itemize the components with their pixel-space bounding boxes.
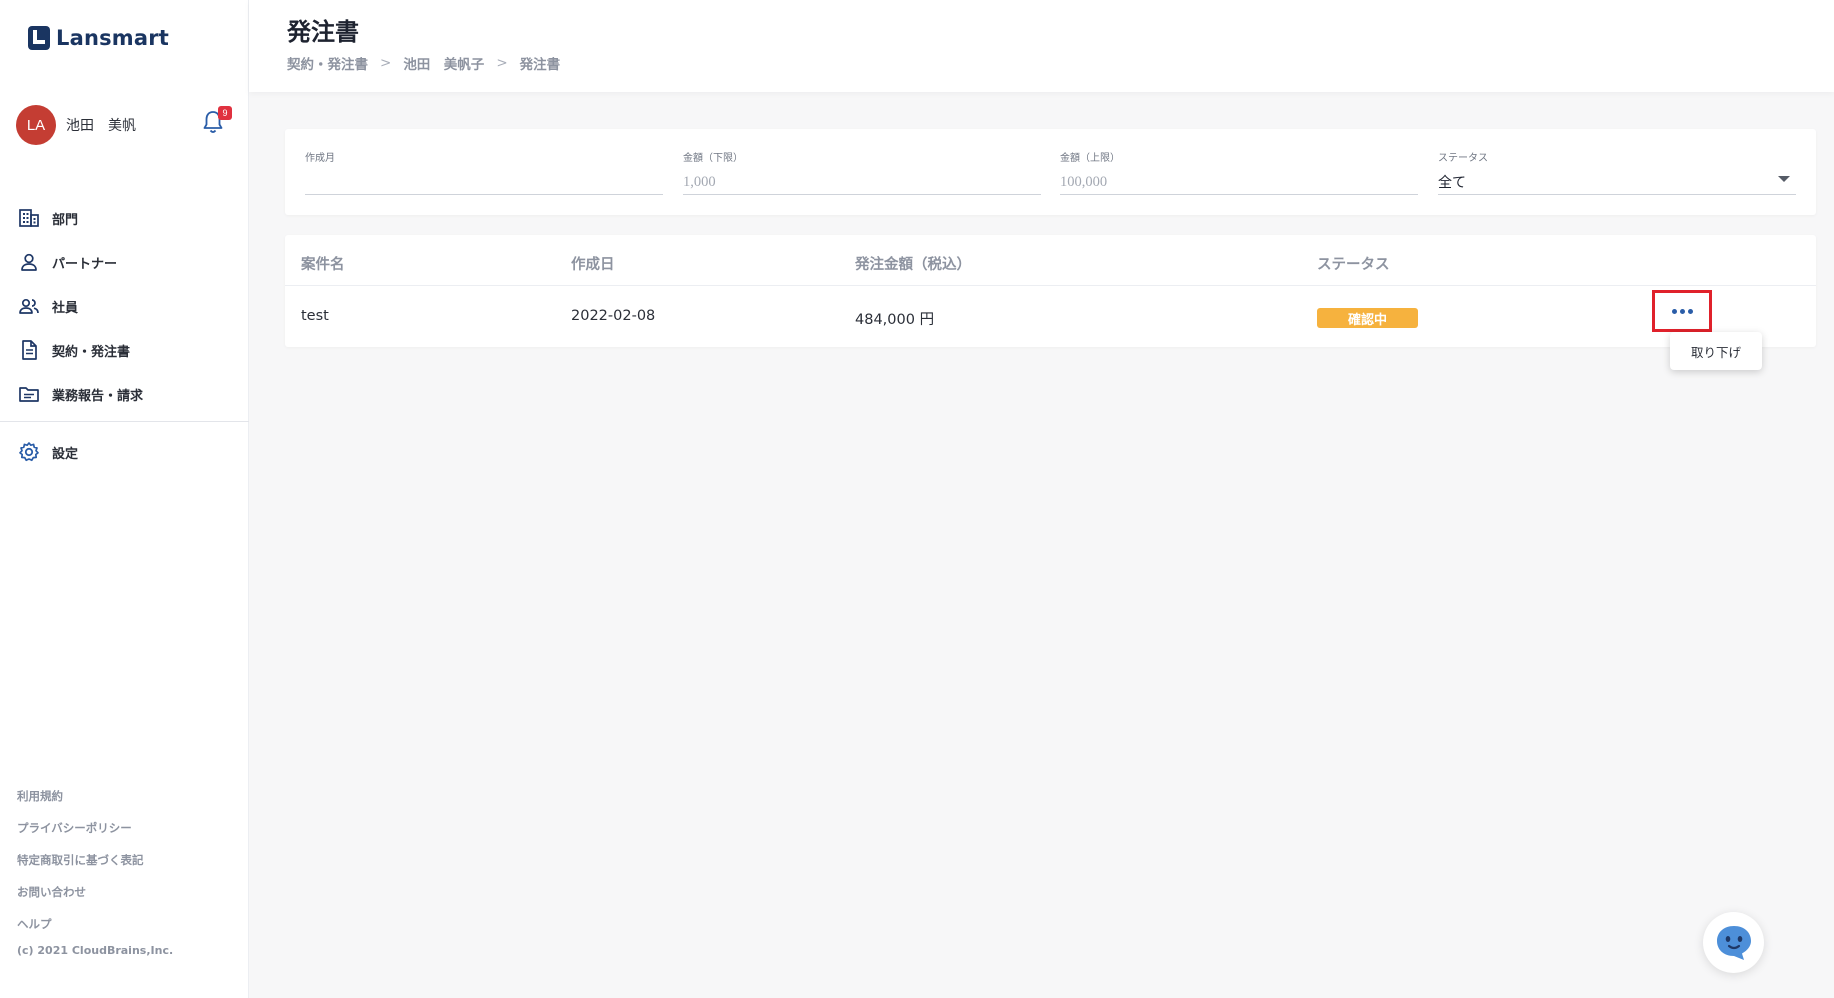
header-divider	[285, 285, 1816, 286]
breadcrumb: 契約・発注書 > 池田 美帆子 > 発注書	[287, 53, 560, 73]
amount-min-input[interactable]	[683, 172, 1041, 192]
filter-panel: 作成月 金額（下限） 金額（上限） ステータス 全て	[285, 129, 1816, 215]
field-label: 金額（下限）	[683, 153, 743, 164]
user-profile: LA 池田 美帆 9	[16, 105, 234, 145]
folder-icon	[19, 387, 39, 402]
created-month-field[interactable]: 作成月	[305, 149, 663, 195]
sidebar-item-label: 設定	[52, 446, 79, 462]
footer-link-help[interactable]: ヘルプ	[17, 908, 144, 940]
sidebar-item-label: パートナー	[52, 256, 118, 272]
logo-mark-icon	[28, 26, 50, 50]
sidebar: Lansmart LA 池田 美帆 9 部門 パートナー 社員 契約・発注書 業…	[0, 0, 249, 998]
notification-badge: 9	[218, 106, 232, 120]
more-actions-button[interactable]	[1652, 290, 1712, 332]
avatar[interactable]: LA	[16, 105, 56, 145]
chat-support-button[interactable]	[1703, 912, 1764, 973]
menu-item-withdraw[interactable]: 取り下げ	[1670, 332, 1762, 370]
purchase-order-table: 案件名 作成日 発注金額（税込） ステータス test 2022-02-08 4…	[285, 235, 1816, 347]
sidebar-item-reports-billing[interactable]: 業務報告・請求	[0, 372, 249, 416]
page-title: 発注書	[287, 18, 359, 46]
notification-bell[interactable]: 9	[202, 106, 232, 137]
sidebar-item-contracts[interactable]: 契約・発注書	[0, 328, 249, 372]
footer-link-commerce[interactable]: 特定商取引に基づく表記	[17, 844, 144, 876]
chevron-right-icon: >	[380, 55, 392, 71]
column-header-date: 作成日	[571, 257, 615, 273]
field-label: 金額（上限）	[1060, 153, 1120, 164]
more-dots-icon	[1671, 308, 1677, 314]
sidebar-item-label: 社員	[52, 300, 79, 316]
breadcrumb-item-contracts[interactable]: 契約・発注書	[287, 53, 368, 73]
breadcrumb-item-person[interactable]: 池田 美帆子	[403, 53, 484, 73]
amount-min-field[interactable]: 金額（下限）	[683, 149, 1041, 195]
chevron-right-icon: >	[496, 55, 508, 71]
amount-max-input[interactable]	[1060, 172, 1418, 192]
people-icon	[19, 298, 39, 314]
building-icon	[19, 209, 39, 227]
sidebar-item-label: 部門	[52, 212, 79, 228]
field-label: 作成月	[305, 153, 335, 164]
status-select[interactable]: ステータス 全て	[1438, 149, 1796, 195]
sidebar-item-label: 業務報告・請求	[52, 388, 144, 404]
footer-link-terms[interactable]: 利用規約	[17, 780, 144, 812]
more-dots-icon	[1687, 308, 1693, 314]
caret-down-icon	[1778, 176, 1790, 182]
cell-date: 2022-02-08	[571, 308, 656, 324]
copyright: (c) 2021 CloudBrains,Inc.	[17, 944, 174, 957]
amount-max-field[interactable]: 金額（上限）	[1060, 149, 1418, 195]
logo-text: Lansmart	[56, 26, 170, 50]
status-select-value: 全て	[1438, 175, 1466, 191]
chat-bot-icon	[1716, 925, 1751, 960]
lansmart-logo[interactable]: Lansmart	[28, 26, 169, 50]
page-header: 発注書 契約・発注書 > 池田 美帆子 > 発注書	[249, 0, 1834, 92]
breadcrumb-item-current: 発注書	[519, 57, 561, 73]
cell-name[interactable]: test	[301, 308, 329, 324]
sidebar-item-partners[interactable]: パートナー	[0, 240, 249, 284]
footer-link-privacy[interactable]: プライバシーポリシー	[17, 812, 144, 844]
created-month-input[interactable]	[305, 172, 663, 192]
sidebar-item-settings[interactable]: 設定	[0, 430, 249, 474]
cell-amount: 484,000 円	[855, 312, 935, 328]
main-nav: 部門 パートナー 社員 契約・発注書 業務報告・請求	[0, 196, 249, 416]
footer-link-contact[interactable]: お問い合わせ	[17, 876, 144, 908]
document-icon	[22, 340, 37, 360]
settings-section: 設定	[0, 430, 249, 474]
column-header-amount: 発注金額（税込）	[855, 257, 971, 273]
sidebar-item-label: 契約・発注書	[52, 344, 131, 360]
field-label: ステータス	[1438, 153, 1488, 164]
nav-divider	[0, 421, 249, 422]
column-header-name: 案件名	[301, 257, 345, 273]
footer-links: 利用規約 プライバシーポリシー 特定商取引に基づく表記 お問い合わせ ヘルプ	[17, 780, 144, 940]
more-dots-icon	[1679, 308, 1685, 314]
status-badge: 確認中	[1317, 308, 1418, 328]
sidebar-item-employees[interactable]: 社員	[0, 284, 249, 328]
user-name: 池田 美帆	[66, 118, 136, 134]
sidebar-item-departments[interactable]: 部門	[0, 196, 249, 240]
person-icon	[21, 253, 37, 271]
gear-icon	[19, 442, 39, 462]
column-header-status: ステータス	[1317, 257, 1390, 273]
